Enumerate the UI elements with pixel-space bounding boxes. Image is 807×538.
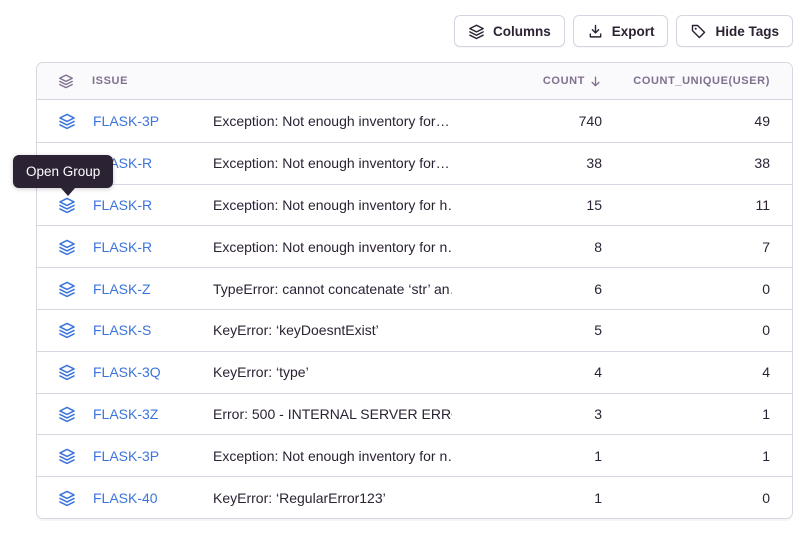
count-value: 1 — [452, 490, 602, 506]
table-row: FLASK-40 KeyError: ‘RegularError123’ 1 0 — [37, 476, 792, 518]
table-row: FLASK-S KeyError: ‘keyDoesntExist’ 5 0 — [37, 309, 792, 351]
issue-link[interactable]: FLASK-S — [93, 322, 151, 338]
issue-cell: FLASK-3Z — [37, 405, 213, 423]
open-group-stack-icon[interactable] — [58, 280, 76, 298]
issue-title: KeyError: ‘RegularError123’ — [213, 490, 452, 506]
table-header-row: ISSUE COUNT COUNT_UNIQUE(USER) — [37, 63, 792, 100]
issue-cell: FLASK-3Q — [37, 363, 213, 381]
stack-icon — [58, 73, 74, 89]
count-unique-value: 0 — [602, 281, 792, 297]
open-group-stack-icon[interactable] — [58, 238, 76, 256]
count-unique-value: 11 — [602, 197, 792, 213]
export-button-label: Export — [612, 24, 655, 39]
columns-button-label: Columns — [493, 24, 551, 39]
table-row: FLASK-3Z Error: 500 - INTERNAL SERVER ER… — [37, 393, 792, 435]
table-row: FLASK-R Exception: Not enough inventory … — [37, 142, 792, 184]
issue-title: Exception: Not enough inventory for h… — [213, 197, 452, 213]
count-value: 8 — [452, 239, 602, 255]
table-row: FLASK-3P Exception: Not enough inventory… — [37, 434, 792, 476]
count-value: 6 — [452, 281, 602, 297]
count-unique-value: 0 — [602, 322, 792, 338]
tag-icon — [690, 23, 707, 40]
header-count-unique-label: COUNT_UNIQUE(USER) — [633, 75, 770, 87]
table-row: FLASK-3P Exception: Not enough inventory… — [37, 100, 792, 142]
open-group-stack-icon[interactable] — [58, 196, 76, 214]
issue-cell: FLASK-S — [37, 321, 213, 339]
count-value: 4 — [452, 364, 602, 380]
count-unique-value: 1 — [602, 448, 792, 464]
open-group-stack-icon[interactable] — [58, 405, 76, 423]
export-button[interactable]: Export — [573, 15, 669, 47]
table-row: FLASK-3Q KeyError: ‘type’ 4 4 — [37, 351, 792, 393]
issue-title: Exception: Not enough inventory for n… — [213, 448, 452, 464]
issue-title: TypeError: cannot concatenate ‘str’ an… — [213, 281, 452, 297]
download-icon — [587, 23, 604, 40]
open-group-tooltip: Open Group — [13, 155, 113, 188]
table-row: FLASK-Z TypeError: cannot concatenate ‘s… — [37, 267, 792, 309]
count-value: 1 — [452, 448, 602, 464]
issue-cell: FLASK-R — [37, 238, 213, 256]
count-value: 740 — [452, 113, 602, 129]
count-value: 5 — [452, 322, 602, 338]
stack-icon — [468, 23, 485, 40]
hide-tags-button-label: Hide Tags — [715, 24, 779, 39]
issue-cell: FLASK-Z — [37, 280, 213, 298]
issue-link[interactable]: FLASK-3Q — [93, 364, 161, 380]
open-group-stack-icon[interactable] — [58, 489, 76, 507]
tooltip-text: Open Group — [26, 164, 100, 179]
count-value: 3 — [452, 406, 602, 422]
header-count[interactable]: COUNT — [452, 75, 602, 88]
issue-cell: FLASK-3P — [37, 112, 213, 130]
tooltip-caret — [61, 188, 75, 196]
header-count-label: COUNT — [543, 75, 585, 87]
issue-link[interactable]: FLASK-3P — [93, 113, 159, 129]
count-unique-value: 7 — [602, 239, 792, 255]
header-count-unique[interactable]: COUNT_UNIQUE(USER) — [602, 75, 792, 87]
issue-link[interactable]: FLASK-R — [93, 239, 152, 255]
issue-cell: FLASK-3P — [37, 447, 213, 465]
open-group-stack-icon[interactable] — [58, 321, 76, 339]
arrow-down-icon — [589, 75, 602, 88]
open-group-stack-icon[interactable] — [58, 112, 76, 130]
table-body: FLASK-3P Exception: Not enough inventory… — [37, 100, 792, 518]
count-value: 38 — [452, 155, 602, 171]
count-value: 15 — [452, 197, 602, 213]
table-toolbar: Columns Export Hide Tags — [454, 15, 793, 47]
issue-title: KeyError: ‘keyDoesntExist’ — [213, 322, 452, 338]
issue-cell: FLASK-40 — [37, 489, 213, 507]
table-row: FLASK-R Exception: Not enough inventory … — [37, 225, 792, 267]
issue-title: Exception: Not enough inventory for… — [213, 113, 452, 129]
table-row: FLASK-R Exception: Not enough inventory … — [37, 184, 792, 226]
issue-link[interactable]: FLASK-3P — [93, 448, 159, 464]
columns-button[interactable]: Columns — [454, 15, 565, 47]
header-issue[interactable]: ISSUE — [37, 73, 213, 89]
open-group-stack-icon[interactable] — [58, 447, 76, 465]
hide-tags-button[interactable]: Hide Tags — [676, 15, 793, 47]
issue-link[interactable]: FLASK-40 — [93, 490, 158, 506]
issue-title: Exception: Not enough inventory for… — [213, 155, 452, 171]
results-table: ISSUE COUNT COUNT_UNIQUE(USER) FLASK-3P … — [36, 62, 793, 519]
discover-results-screen: Columns Export Hide Tags ISSUE C — [0, 0, 807, 538]
issue-link[interactable]: FLASK-3Z — [93, 406, 158, 422]
issue-title: Exception: Not enough inventory for n… — [213, 239, 452, 255]
issue-title: Error: 500 - INTERNAL SERVER ERROR — [213, 406, 452, 422]
count-unique-value: 1 — [602, 406, 792, 422]
issue-link[interactable]: FLASK-R — [93, 197, 152, 213]
count-unique-value: 0 — [602, 490, 792, 506]
issue-cell: FLASK-R — [37, 196, 213, 214]
header-issue-label: ISSUE — [92, 75, 128, 87]
open-group-stack-icon[interactable] — [58, 363, 76, 381]
count-unique-value: 4 — [602, 364, 792, 380]
issue-link[interactable]: FLASK-Z — [93, 281, 151, 297]
count-unique-value: 49 — [602, 113, 792, 129]
count-unique-value: 38 — [602, 155, 792, 171]
issue-title: KeyError: ‘type’ — [213, 364, 452, 380]
